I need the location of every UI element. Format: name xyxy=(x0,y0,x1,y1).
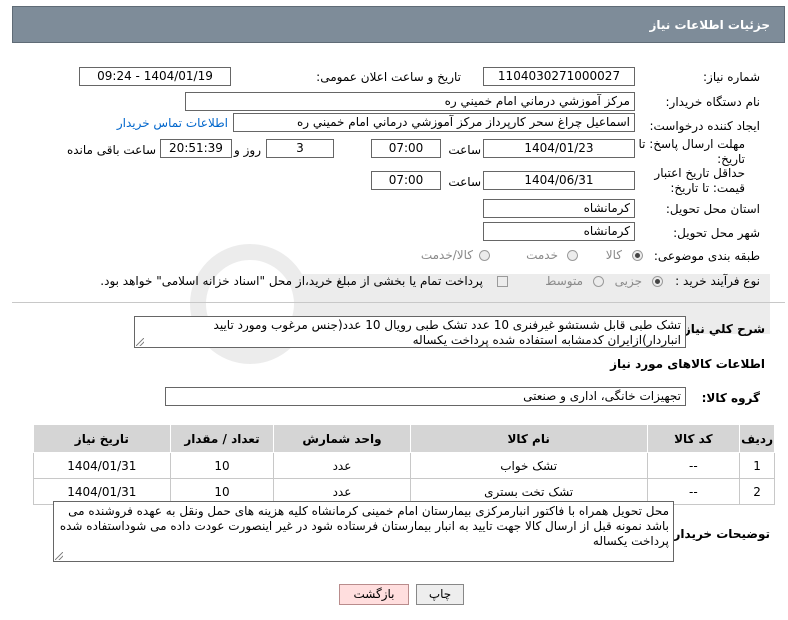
delivery-city-field[interactable]: کرمانشاه xyxy=(483,222,635,241)
buyer-contact-link[interactable]: اطلاعات تماس خریدار xyxy=(117,116,228,130)
back-button[interactable]: بازگشت xyxy=(339,584,409,605)
price-validity-time-field[interactable]: 07:00 xyxy=(371,171,441,190)
col-header-code: کد کالا xyxy=(646,424,741,453)
buyer-notes-text: محل تحویل همراه با فاکتور انبارمرکزی بیم… xyxy=(59,504,669,548)
price-validity-label: حداقل تاریخ اعتبار قیمت: تا تاریخ: xyxy=(654,166,745,195)
days-label: روز و xyxy=(234,143,261,157)
delivery-province-field[interactable]: کرمانشاه xyxy=(483,199,635,218)
col-header-name: نام کالا xyxy=(409,424,648,453)
goods-group-label: گروه کالا: xyxy=(701,391,760,405)
remaining-time-label: ساعت باقی مانده xyxy=(66,143,156,157)
code-cell: -- xyxy=(646,452,741,479)
announce-datetime-field[interactable]: 1404/01/19 - 09:24 xyxy=(79,67,231,86)
requester-label: ایجاد کننده درخواست: xyxy=(649,119,760,133)
category-label: طبقه بندی موضوعی: xyxy=(653,249,760,263)
category-radio-goods-service[interactable] xyxy=(479,250,490,261)
reply-time-field[interactable]: 07:00 xyxy=(371,139,441,158)
resize-handle-icon[interactable] xyxy=(55,552,63,560)
print-button[interactable]: چاپ xyxy=(416,584,464,605)
col-header-unit: واحد شمارش xyxy=(273,424,411,453)
delivery-city-label: شهر محل تحویل: xyxy=(673,226,760,240)
general-description-text: تشک طبی قابل شستشو غیرفنری 10 عدد تشک طب… xyxy=(213,318,681,347)
unit-cell: عدد xyxy=(273,452,411,479)
category-option-goods: کالا xyxy=(605,248,622,262)
goods-table: ردیف کد کالا نام کالا واحد شمارش تعداد /… xyxy=(33,424,775,505)
treasury-bonds-checkbox[interactable] xyxy=(497,276,508,287)
buyer-notes-field[interactable]: محل تحویل همراه با فاکتور انبارمرکزی بیم… xyxy=(53,501,674,562)
price-validity-date-field[interactable]: 1404/06/31 xyxy=(483,171,635,190)
remaining-time-field[interactable]: 20:51:39 xyxy=(160,139,232,158)
buyer-notes-label: توضیحات خریدار: xyxy=(668,527,770,541)
treasury-bonds-note: پرداخت تمام یا بخشی از مبلغ خرید،از محل … xyxy=(100,274,483,288)
col-header-qty: تعداد / مقدار xyxy=(169,424,275,453)
process-option-minor: جزیی xyxy=(614,274,642,288)
need-number-field[interactable]: 1104030271000027 xyxy=(483,67,635,86)
col-header-row-no: ردیف xyxy=(739,424,775,453)
page-title: جزئیات اطلاعات نیاز xyxy=(649,18,770,32)
need-number-label: شماره نیاز: xyxy=(703,70,760,84)
reply-time-label: ساعت xyxy=(448,143,481,157)
reply-date-field[interactable]: 1404/01/23 xyxy=(483,139,635,158)
category-radio-goods[interactable] xyxy=(632,250,643,261)
row-no-cell: 1 xyxy=(739,452,775,479)
requester-field[interactable]: اسماعیل چراغ سحر کارپرداز مرکز آموزشي در… xyxy=(233,113,635,132)
delivery-province-label: استان محل تحویل: xyxy=(665,202,760,216)
col-header-date: تاریخ نیاز xyxy=(33,424,171,453)
date-cell: 1404/01/31 xyxy=(33,452,171,479)
process-option-medium: متوسط xyxy=(545,274,583,288)
announce-datetime-label: تاریخ و ساعت اعلان عمومی: xyxy=(316,70,461,84)
general-description-field[interactable]: تشک طبی قابل شستشو غیرفنری 10 عدد تشک طب… xyxy=(134,316,686,348)
goods-group-field[interactable]: تجهیزات خانگی، اداری و صنعتی xyxy=(165,387,686,406)
buyer-org-label: نام دستگاه خریدار: xyxy=(665,95,761,109)
qty-cell: 10 xyxy=(169,452,275,479)
reply-deadline-label: مهلت ارسال پاسخ: تا تاریخ: xyxy=(638,137,745,166)
row-no-cell: 2 xyxy=(739,478,775,505)
divider xyxy=(12,302,785,303)
table-header-row: ردیف کد کالا نام کالا واحد شمارش تعداد /… xyxy=(33,424,775,453)
resize-handle-icon[interactable] xyxy=(136,338,144,346)
general-description-label: شرح کلي نياز: xyxy=(679,322,765,336)
goods-info-title: اطلاعات کالاهای مورد نیاز xyxy=(610,357,765,371)
price-validity-time-label: ساعت xyxy=(448,175,481,189)
category-radio-service[interactable] xyxy=(567,250,578,261)
buyer-org-field[interactable]: مرکز آموزشي درماني امام خميني ره xyxy=(185,92,635,111)
category-option-service: خدمت xyxy=(526,248,558,262)
remaining-days-field[interactable]: 3 xyxy=(266,139,334,158)
page-header: جزئیات اطلاعات نیاز xyxy=(12,6,785,43)
process-radio-medium[interactable] xyxy=(593,276,604,287)
category-option-goods-service: کالا/خدمت xyxy=(420,248,473,262)
table-row[interactable]: 1 -- تشک خواب عدد 10 1404/01/31 xyxy=(33,452,775,479)
process-radio-minor[interactable] xyxy=(652,276,663,287)
process-type-label: نوع فرآیند خرید : xyxy=(675,274,760,288)
name-cell: تشک خواب xyxy=(409,452,648,479)
